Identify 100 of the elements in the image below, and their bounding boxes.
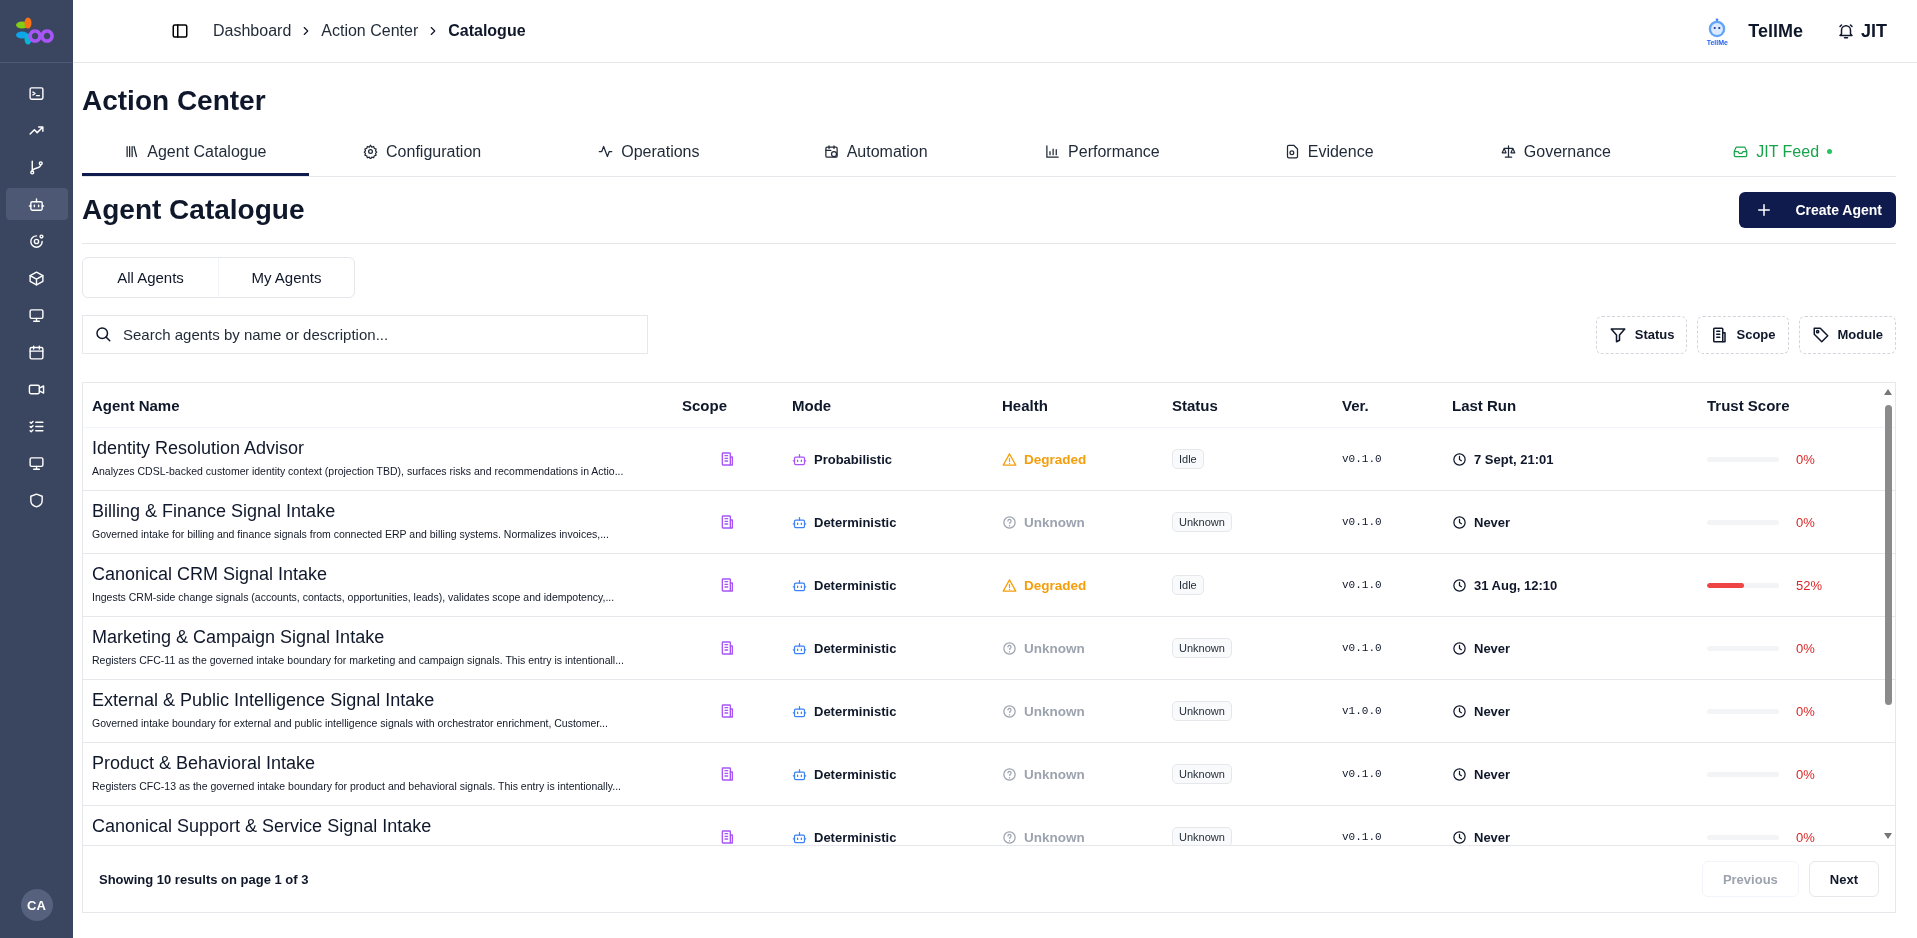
status-badge: Idle: [1172, 575, 1204, 595]
pulse-icon: [598, 144, 614, 159]
view-toggle-option[interactable]: All Agents: [83, 258, 218, 297]
agent-name[interactable]: Canonical CRM Signal Intake: [92, 564, 673, 585]
trust-score: 0%: [1796, 766, 1815, 782]
search-field[interactable]: Search agents by name or description...: [82, 315, 648, 354]
status-badge: Idle: [1172, 449, 1204, 469]
agent-name[interactable]: Canonical Support & Service Signal Intake: [92, 816, 673, 837]
assistant-label[interactable]: TellMe: [1748, 20, 1803, 42]
status-badge: Unknown: [1172, 512, 1232, 532]
mode-label: Deterministic: [814, 640, 897, 656]
status-badge: Unknown: [1172, 827, 1232, 845]
clock-icon: [1452, 640, 1467, 656]
version-text: v0.1.0: [1341, 831, 1383, 843]
clock-icon: [1452, 703, 1467, 719]
version-text: v0.1.0: [1341, 453, 1383, 465]
breadcrumb-item[interactable]: Dashboard: [213, 22, 292, 40]
last-run-text: Never: [1474, 829, 1511, 845]
inbox-icon: [1733, 144, 1749, 159]
robot-icon: [792, 577, 807, 593]
version-text: v0.1.0: [1341, 768, 1383, 780]
agent-name[interactable]: Marketing & Campaign Signal Intake: [92, 627, 673, 648]
health-label: Degraded: [1024, 577, 1087, 593]
building-icon: [719, 514, 735, 530]
robot-icon: [792, 766, 807, 782]
breadcrumb-item[interactable]: Action Center: [321, 22, 419, 40]
orbit-icon: [28, 232, 45, 250]
version-text: v1.0.0: [1341, 705, 1383, 717]
calendar-clock-icon: [823, 144, 839, 159]
tab[interactable]: Configuration: [308, 130, 536, 176]
filter-button[interactable]: Scope: [1697, 315, 1789, 354]
clock-icon: [1452, 451, 1467, 467]
alerts-label[interactable]: JIT: [1861, 20, 1887, 42]
last-run-text: Never: [1474, 640, 1511, 656]
last-run-text: 7 Sept, 21:01: [1474, 451, 1554, 467]
trust-score: 0%: [1796, 703, 1815, 719]
section-title: Agent Catalogue: [82, 194, 305, 226]
building-icon: [719, 766, 735, 782]
trust-score: 52%: [1796, 577, 1823, 593]
library-icon: [124, 144, 140, 159]
document-search-icon: [1284, 144, 1300, 159]
building-icon: [719, 703, 735, 719]
tab[interactable]: Automation: [762, 130, 989, 176]
column-header: Trust Score: [1706, 396, 1791, 414]
scroll-up-icon[interactable]: [1884, 389, 1892, 395]
shield-icon: [28, 491, 45, 509]
breadcrumb-item: Catalogue: [448, 22, 526, 40]
agent-name[interactable]: Product & Behavioral Intake: [92, 753, 673, 774]
user-avatar[interactable]: CA: [20, 889, 53, 921]
tab[interactable]: Performance: [989, 130, 1216, 176]
mode-label: Deterministic: [814, 766, 897, 782]
trust-score: 0%: [1796, 451, 1815, 467]
warning-icon: [1002, 451, 1017, 467]
health-label: Degraded: [1024, 451, 1087, 467]
tab[interactable]: Agent Catalogue: [82, 130, 309, 176]
warning-icon: [1002, 577, 1017, 593]
tab[interactable]: Evidence: [1215, 130, 1443, 176]
trust-score: 0%: [1796, 514, 1815, 530]
scrollbar-thumb[interactable]: [1884, 405, 1892, 705]
mode-label: Deterministic: [814, 514, 897, 530]
results-summary: Showing 10 results on page 1 of 3: [99, 871, 309, 887]
scroll-down-icon[interactable]: [1884, 833, 1892, 839]
column-header: Ver.: [1341, 396, 1370, 414]
version-text: v0.1.0: [1341, 579, 1383, 591]
clock-icon: [1452, 577, 1467, 593]
agent-name[interactable]: Billing & Finance Signal Intake: [92, 501, 673, 522]
agent-description: Registers CFC-13 as the governed intake boundary for product and behavioral signals. This entry is intentionally...: [92, 780, 622, 792]
mode-label: Probabilistic: [814, 451, 893, 467]
create-agent-button[interactable]: Create Agent: [1739, 192, 1896, 228]
filter-button[interactable]: Module: [1798, 315, 1896, 354]
mode-label: Deterministic: [814, 703, 897, 719]
building-icon: [719, 829, 735, 845]
clock-icon: [1452, 829, 1467, 845]
page-title: Action Center: [82, 84, 267, 118]
robot-icon: [792, 451, 807, 467]
robot-icon: [792, 829, 807, 845]
question-icon: [1002, 703, 1017, 719]
version-text: v0.1.0: [1341, 516, 1383, 528]
filter-button[interactable]: Status: [1595, 315, 1688, 354]
sidebar-item[interactable]: [5, 188, 68, 220]
tab[interactable]: Governance: [1442, 130, 1670, 176]
agent-name[interactable]: Identity Resolution Advisor: [92, 438, 673, 459]
health-label: Unknown: [1024, 766, 1085, 782]
building-icon: [1710, 325, 1729, 344]
tab[interactable]: Operations: [535, 130, 763, 176]
agent-name[interactable]: External & Public Intelligence Signal Intake: [92, 690, 673, 711]
health-label: Unknown: [1024, 514, 1085, 530]
clock-icon: [1452, 766, 1467, 782]
tag-icon: [1811, 325, 1830, 344]
building-icon: [719, 577, 735, 593]
version-text: v0.1.0: [1341, 642, 1383, 654]
column-header: Health: [1001, 396, 1049, 414]
status-badge: Unknown: [1172, 638, 1232, 658]
bell-icon: [1837, 22, 1855, 40]
robot-icon: [792, 703, 807, 719]
gear-icon: [363, 144, 379, 159]
next-button[interactable]: Next: [1808, 861, 1879, 897]
view-toggle-option[interactable]: My Agents: [218, 258, 354, 297]
robot-icon: [28, 195, 45, 213]
cube-icon: [28, 269, 45, 287]
